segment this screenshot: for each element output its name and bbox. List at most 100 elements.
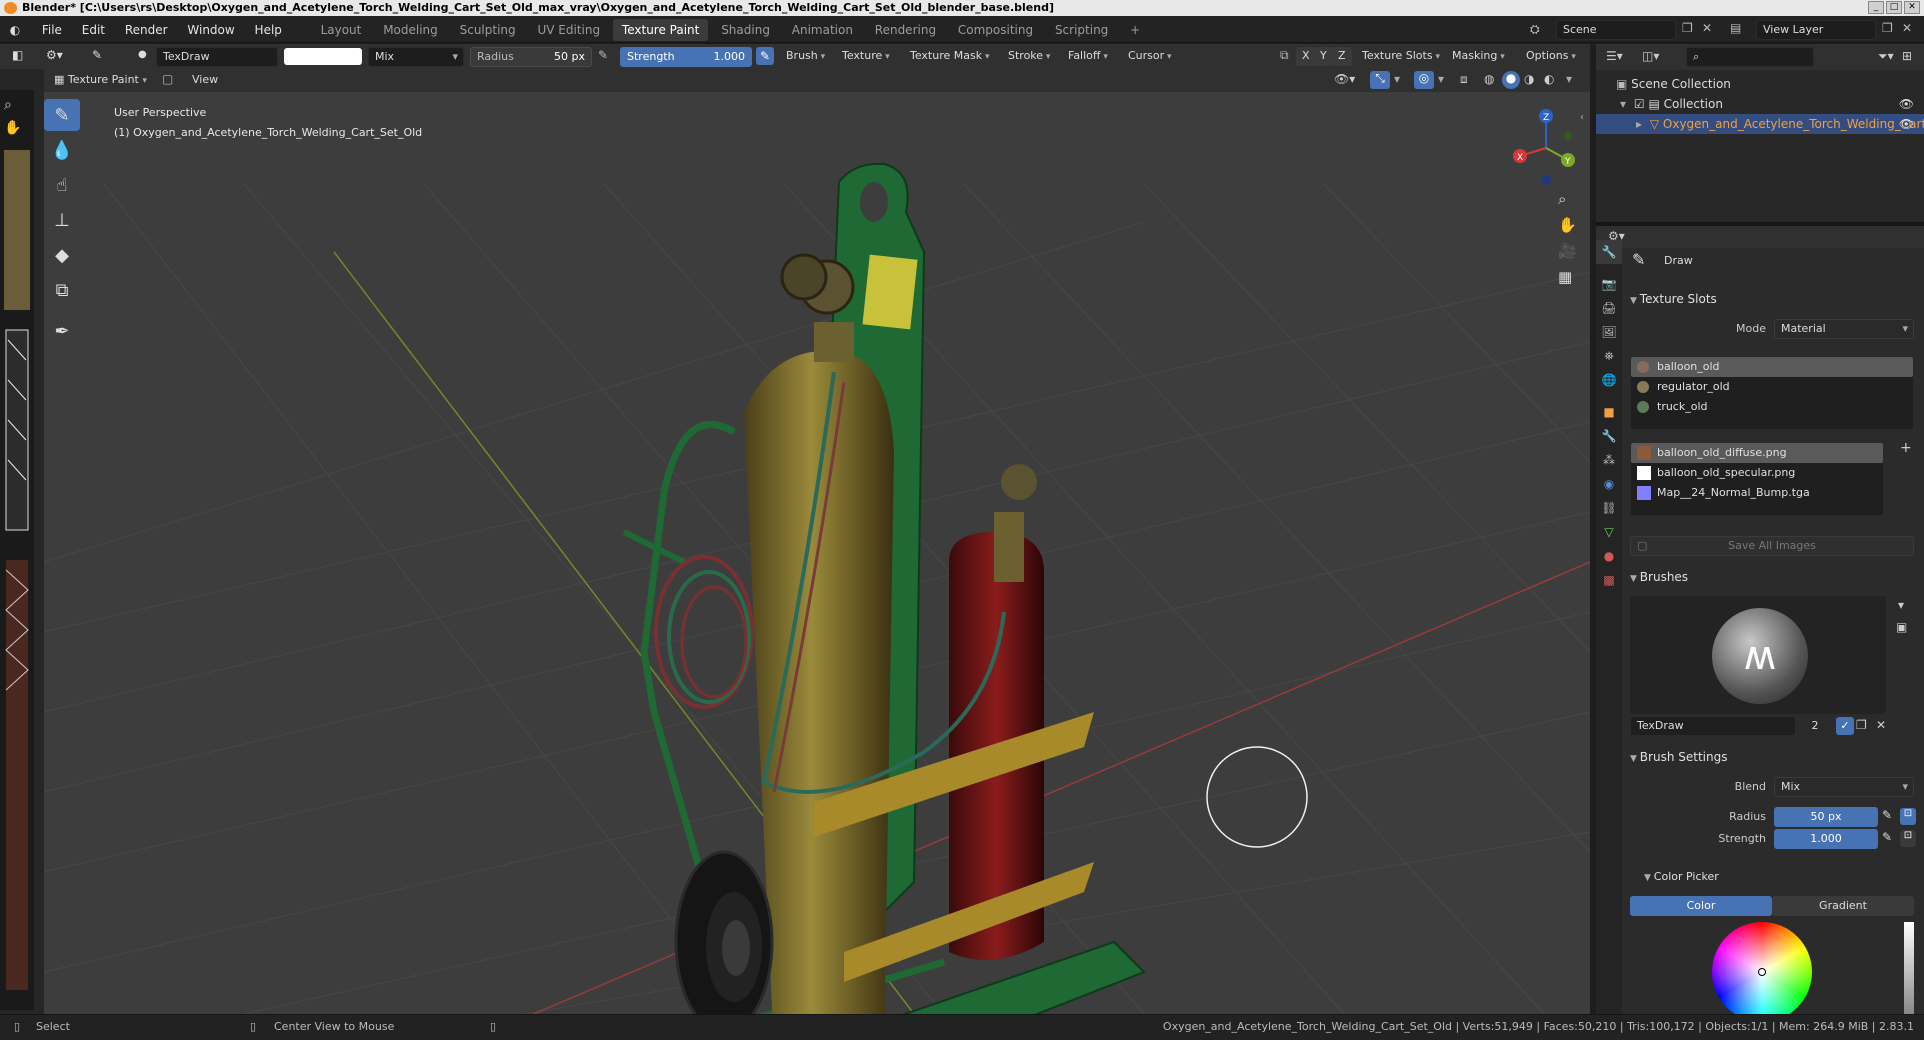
image-slots-list[interactable]: balloon_old_diffuse.png balloon_old_spec…	[1630, 442, 1884, 516]
blend-dropdown[interactable]: Mix ▾	[1774, 777, 1914, 797]
view-layer-tab-icon[interactable]: 🖼	[1596, 320, 1622, 344]
collapse-sidebar-icon[interactable]: ‹	[1580, 112, 1584, 123]
masking-menu[interactable]: Masking	[1446, 47, 1511, 66]
brush-preview-icon[interactable]: ✎	[92, 48, 102, 62]
tab-sculpting[interactable]: Sculpting	[451, 19, 525, 41]
welding-cart-model[interactable]	[622, 162, 1146, 1014]
menu-file[interactable]: File	[34, 17, 70, 44]
gizmo-toggle-icon[interactable]: ⤡	[1370, 71, 1390, 89]
new-view-layer-icon[interactable]: ❐	[1882, 21, 1893, 35]
unlink-brush-icon[interactable]: ✕	[1876, 718, 1886, 732]
close-button[interactable]: ✕	[1904, 1, 1920, 14]
value-slider[interactable]	[1904, 922, 1914, 1014]
mode-dropdown[interactable]: Material ▾	[1774, 319, 1914, 339]
tool-icon[interactable]: ⚙▾	[46, 48, 63, 62]
texture-mask-menu[interactable]: Texture Mask	[904, 47, 996, 66]
brush-name-input[interactable]: TexDraw	[1630, 716, 1796, 736]
3d-viewport[interactable]: User Perspective (1) Oxygen_and_Acetylen…	[44, 92, 1590, 1014]
editor-type-icon[interactable]: ◧	[12, 48, 23, 62]
physics-tab-icon[interactable]: ◉	[1596, 472, 1622, 496]
pan-hand-icon[interactable]: ✋	[1558, 216, 1577, 234]
menu-edit[interactable]: Edit	[74, 17, 113, 44]
brush-preview[interactable]: ʍ	[1630, 596, 1886, 714]
soften-tool-button[interactable]: 💧	[44, 134, 80, 166]
radius-unit-icon[interactable]: ⊡	[1900, 808, 1916, 825]
uv-zoom-icon[interactable]: ⌕	[4, 97, 12, 113]
overlay-dropdown-icon[interactable]: ▾	[1438, 72, 1444, 86]
texture-menu[interactable]: Texture	[836, 47, 896, 66]
gizmo-dropdown-icon[interactable]: ▾	[1394, 72, 1400, 86]
expand-arrow-icon[interactable]: ▾	[1620, 97, 1626, 111]
menu-render[interactable]: Render	[117, 17, 176, 44]
shading-material-icon[interactable]: ◑	[1524, 72, 1534, 86]
menu-help[interactable]: Help	[247, 17, 290, 44]
outliner-editor-icon[interactable]: ☰▾	[1606, 49, 1623, 63]
shading-dropdown-icon[interactable]: ▾	[1566, 72, 1572, 86]
mask-tool-button[interactable]: ⧉	[44, 274, 80, 306]
texture-slots-menu[interactable]: Texture Slots	[1356, 47, 1446, 66]
save-all-images-button[interactable]: ▢ Save All Images	[1630, 536, 1914, 556]
fill-tool-button[interactable]: ◆	[44, 239, 80, 271]
new-scene-icon[interactable]: ❐	[1682, 21, 1693, 35]
blender-menu-icon[interactable]: ◐	[0, 17, 30, 44]
collection-visibility-icon[interactable]: 👁	[1899, 94, 1914, 114]
image-slot-diffuse[interactable]: balloon_old_diffuse.png	[1631, 443, 1883, 463]
filter-icon[interactable]: ⏷▾	[1878, 49, 1894, 64]
color-wheel[interactable]	[1712, 922, 1812, 1022]
zoom-icon[interactable]: ⌕	[1558, 190, 1566, 208]
tab-rendering[interactable]: Rendering	[866, 19, 945, 41]
color-picker-header[interactable]: ▼ Color Picker	[1644, 870, 1924, 883]
image-slot-normal[interactable]: Map__24_Normal_Bump.tga	[1631, 483, 1883, 503]
symmetry-icon[interactable]: ⧉	[1280, 48, 1289, 63]
mirror-x-toggle[interactable]: X	[1296, 47, 1316, 66]
uv-pan-icon[interactable]: ✋	[4, 120, 21, 136]
outliner-search[interactable]: ⌕	[1686, 47, 1814, 67]
xray-toggle-icon[interactable]: ⧈	[1460, 72, 1468, 87]
color-wheel-cursor[interactable]	[1758, 968, 1766, 976]
camera-icon[interactable]: 🎥	[1558, 242, 1577, 260]
radius-pressure-icon[interactable]: ✎	[598, 48, 608, 62]
particles-tab-icon[interactable]: ⁂	[1596, 448, 1622, 472]
ortho-grid-icon[interactable]: ▦	[1558, 268, 1572, 286]
material-tab-icon[interactable]: ●	[1596, 544, 1622, 568]
collection-checkbox[interactable]: ☑	[1634, 97, 1645, 111]
data-tab-icon[interactable]: ▽	[1596, 520, 1622, 544]
smear-tool-button[interactable]: ☝	[44, 169, 80, 201]
texture-slots-header[interactable]: ▼ Texture Slots	[1630, 292, 1922, 306]
new-collection-icon[interactable]: ⊞	[1902, 49, 1912, 63]
shading-wireframe-icon[interactable]: ◍	[1484, 72, 1494, 86]
tab-compositing[interactable]: Compositing	[949, 19, 1042, 41]
brush-list-dropdown-icon[interactable]: ▾	[1898, 598, 1904, 612]
brush-image-icon[interactable]: ▣	[1896, 620, 1907, 634]
mirror-z-toggle[interactable]: Z	[1332, 47, 1352, 66]
minimize-button[interactable]: _	[1868, 1, 1884, 14]
stroke-menu[interactable]: Stroke	[1002, 47, 1056, 66]
output-tab-icon[interactable]: 🖨	[1596, 296, 1622, 320]
material-slot-truck-old[interactable]: truck_old	[1631, 397, 1913, 417]
add-workspace-button[interactable]: +	[1121, 19, 1149, 41]
expand-arrow-icon[interactable]: ▸	[1636, 117, 1642, 131]
radius-pressure-icon[interactable]: ✎	[1882, 808, 1892, 822]
tab-texture-paint[interactable]: Texture Paint	[612, 19, 709, 41]
object-visibility-icon[interactable]: 👁	[1899, 114, 1914, 134]
duplicate-brush-icon[interactable]: ❐	[1856, 718, 1867, 732]
annotate-tool-button[interactable]: ✒	[44, 315, 80, 347]
render-tab-icon[interactable]: 📷	[1596, 272, 1622, 296]
view-layer-selector[interactable]: View Layer	[1756, 20, 1876, 40]
maximize-button[interactable]: □	[1886, 1, 1902, 14]
image-slot-specular[interactable]: balloon_old_specular.png	[1631, 463, 1883, 483]
clone-tool-button[interactable]: ⊥	[44, 204, 80, 236]
brush-menu[interactable]: Brush	[780, 47, 831, 66]
viewport-scene[interactable]	[44, 92, 1590, 1014]
material-slot-balloon-old[interactable]: balloon_old	[1631, 357, 1913, 377]
texture-tab-icon[interactable]: ▩	[1596, 568, 1622, 592]
falloff-menu[interactable]: Falloff	[1062, 47, 1114, 66]
overlay-toggle-icon[interactable]: ◎	[1414, 71, 1434, 89]
strength-field[interactable]: 1.000	[1774, 829, 1878, 849]
tab-scripting[interactable]: Scripting	[1046, 19, 1117, 41]
scene-selector[interactable]: Scene	[1556, 20, 1676, 40]
options-menu[interactable]: Options	[1520, 47, 1582, 66]
outliner-object-row[interactable]: ▸ ▽ Oxygen_and_Acetylene_Torch_Welding_C…	[1596, 114, 1924, 134]
brush-settings-header[interactable]: ▼ Brush Settings	[1630, 750, 1922, 764]
outliner-collection[interactable]: ▾ ☑ ▤ Collection 👁	[1596, 94, 1924, 114]
